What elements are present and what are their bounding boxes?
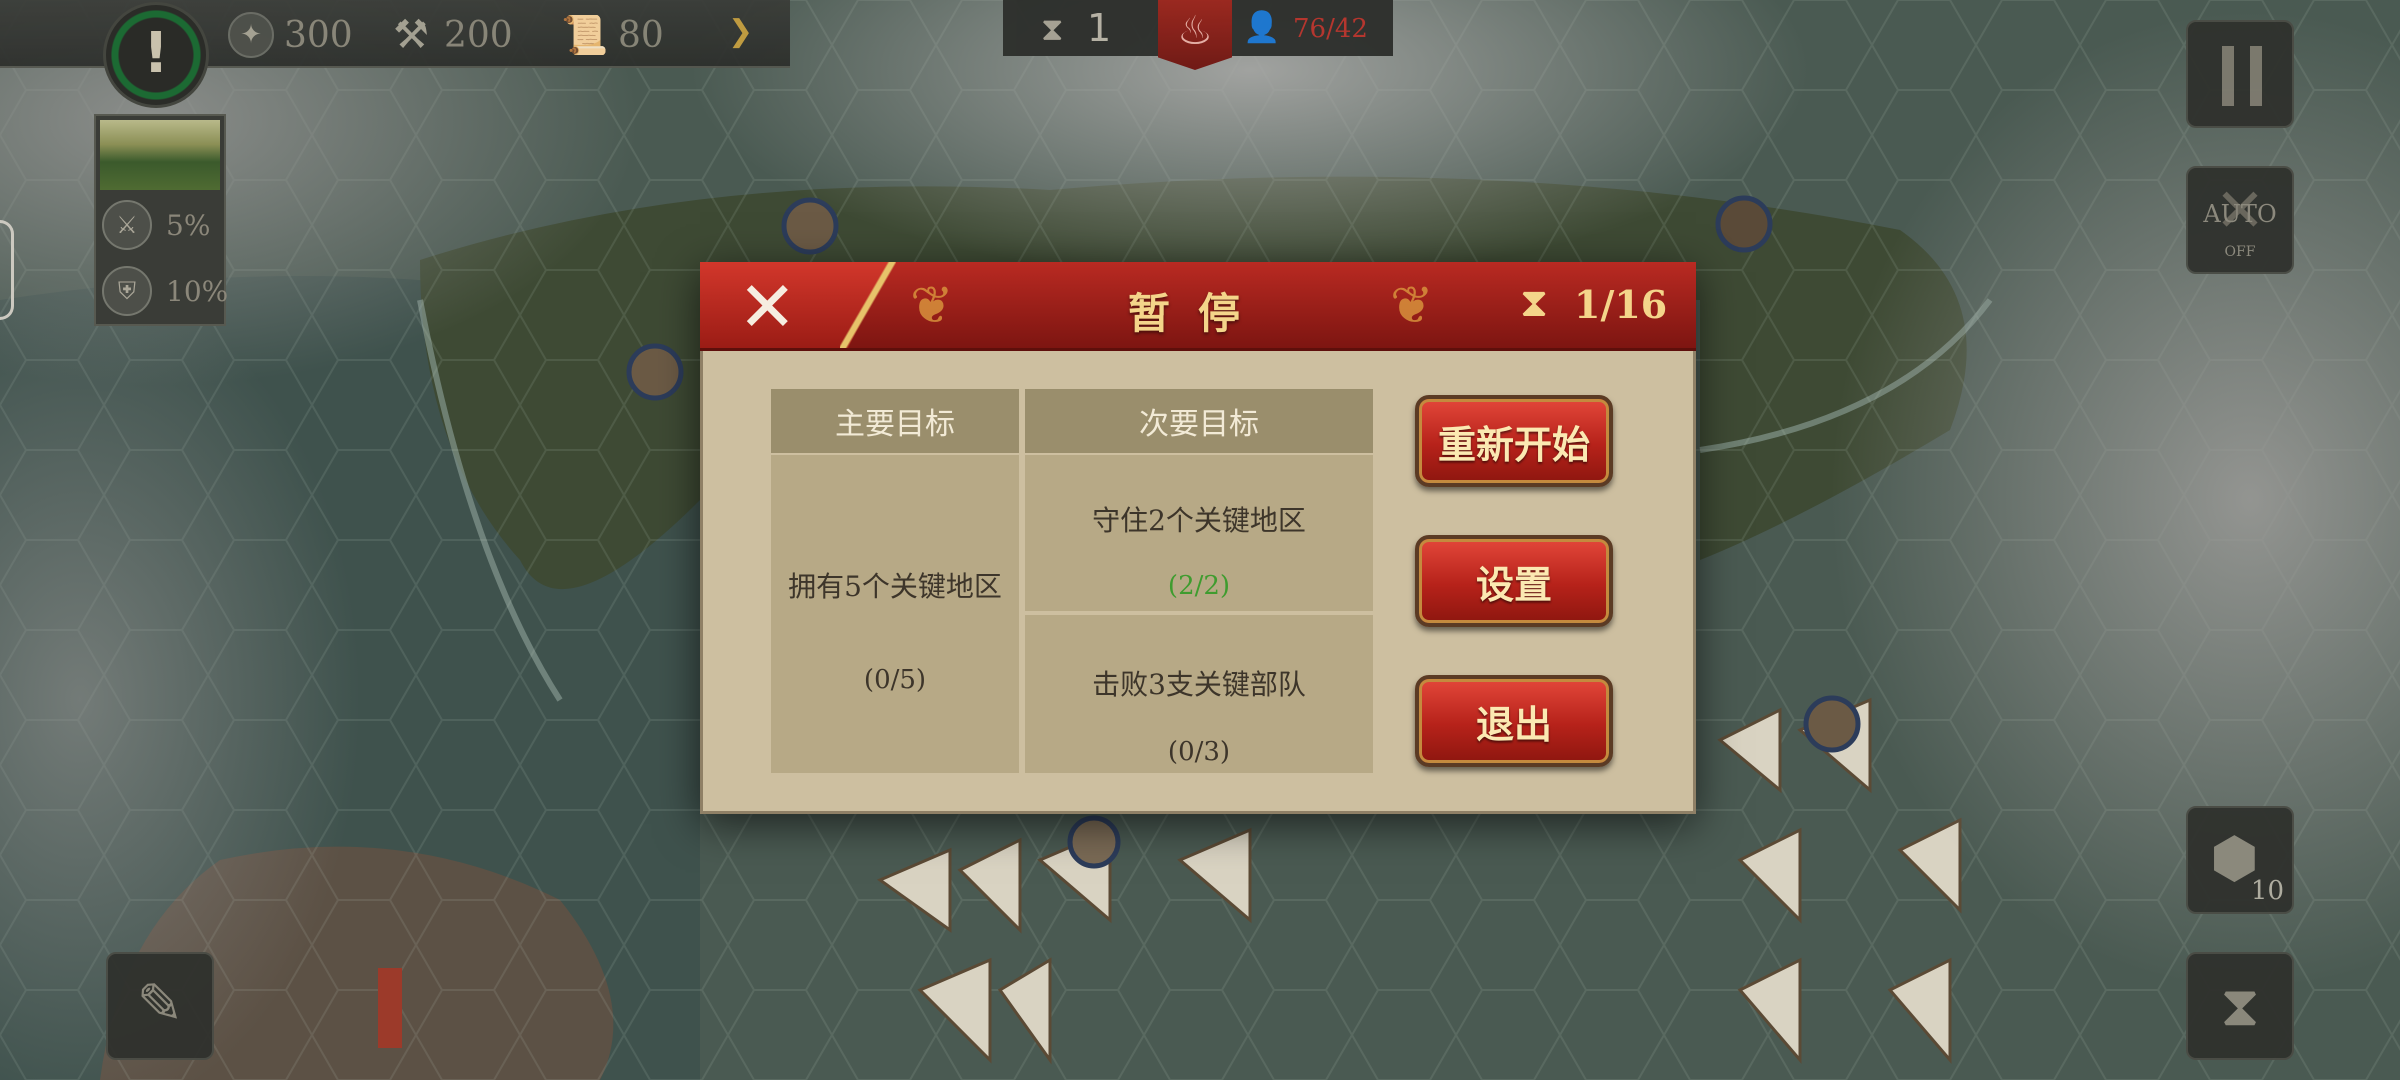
secondary-objective-progress: (2/2) <box>1167 571 1231 601</box>
auto-state: OFF <box>2224 244 2256 260</box>
alert-button[interactable]: ! <box>103 2 209 108</box>
exit-button[interactable]: 退出 <box>1415 675 1613 767</box>
terrain-info-card[interactable]: ⚔ 5% ⛨ 10% <box>94 114 228 326</box>
primary-objective-text: 拥有5个关键地区 <box>788 570 1002 603</box>
turn-status-bar: ⧗ 1 ♨ 👤 76/42 <box>1003 0 1393 70</box>
population-icon: 👤 <box>1243 10 1281 45</box>
exclamation-icon: ! <box>143 21 169 86</box>
hammer-icon: ⚒ <box>393 12 429 58</box>
auto-label: AUTO <box>2203 200 2277 228</box>
resource-scroll: 📜 80 <box>561 10 664 60</box>
objectives-table: 主要目标 次要目标 拥有5个关键地区 (0/5) 守住2个关键地区 (2/2) … <box>771 389 1373 773</box>
side-drawer-handle[interactable] <box>0 220 14 320</box>
pause-icon <box>2222 46 2262 106</box>
hourglass-icon: ⧗ <box>2220 974 2260 1039</box>
population-value: 76/42 <box>1293 14 1368 44</box>
secondary-objective-text: 击败3支关键部队 <box>1092 668 1306 701</box>
scroll-icon: 📜 <box>561 12 609 57</box>
settings-button[interactable]: 设置 <box>1415 535 1613 627</box>
sword-icon: ⚔ <box>102 200 152 250</box>
pause-dialog: ❦ ❦ 暂停 ✕ ⧗ 1/16 主要目标 次要目标 拥有5个关键地区 (0/5)… <box>700 262 1696 814</box>
secondary-objective-text: 守住2个关键地区 <box>1092 504 1306 537</box>
secondary-objective-2: 击败3支关键部队 (0/3) <box>1025 615 1373 773</box>
soldier-unit <box>378 968 402 1048</box>
secondary-objective-1: 守住2个关键地区 (2/2) <box>1025 455 1373 611</box>
shield-icon: ⛨ <box>102 266 152 316</box>
flame-icon: ♨ <box>1177 8 1213 54</box>
primary-objective: 拥有5个关键地区 (0/5) <box>771 455 1019 773</box>
turn-progress: 1/16 <box>1574 282 1668 327</box>
dialog-header: ❦ ❦ 暂停 ✕ ⧗ 1/16 <box>700 262 1696 351</box>
terrain-attack-row: ⚔ 5% <box>102 198 210 252</box>
chevron-down-icon[interactable]: ❯ <box>728 14 753 49</box>
secondary-objective-progress: (0/3) <box>1167 737 1231 767</box>
gold-value: 300 <box>284 14 353 56</box>
turn-value: 1 <box>1087 6 1112 50</box>
primary-objective-header: 主要目标 <box>771 389 1019 453</box>
primary-objective-progress: (0/5) <box>863 665 927 695</box>
close-icon: ✕ <box>738 266 797 348</box>
unit-list-button[interactable]: ⬢ 10 <box>2186 806 2294 914</box>
terrain-defense-row: ⛨ 10% <box>102 264 228 318</box>
pause-button[interactable] <box>2186 20 2294 128</box>
resource-gold: ✦ 300 <box>228 10 353 60</box>
faction-banner[interactable]: ♨ <box>1158 0 1232 70</box>
scroll-icon: ✎ <box>136 972 184 1037</box>
hammer-value: 200 <box>444 14 513 56</box>
defense-bonus: 10% <box>166 274 229 308</box>
auto-battle-button[interactable]: ✕ AUTO OFF <box>2186 166 2294 274</box>
turn-icon: ⧗ <box>1041 10 1064 48</box>
turn-icon: ⧗ <box>1520 280 1549 326</box>
secondary-objective-header: 次要目标 <box>1025 389 1373 453</box>
gold-icon: ✦ <box>228 12 274 58</box>
close-button-trim <box>840 262 896 348</box>
scroll-menu-button[interactable]: ✎ <box>106 952 214 1060</box>
scroll-value: 80 <box>618 14 664 56</box>
terrain-forest-image <box>100 120 220 190</box>
end-turn-button[interactable]: ⧗ <box>2186 952 2294 1060</box>
restart-button[interactable]: 重新开始 <box>1415 395 1613 487</box>
attack-bonus: 5% <box>166 208 211 242</box>
resource-hammer: ⚒ 200 <box>388 10 513 60</box>
unit-count: 10 <box>2250 876 2284 906</box>
